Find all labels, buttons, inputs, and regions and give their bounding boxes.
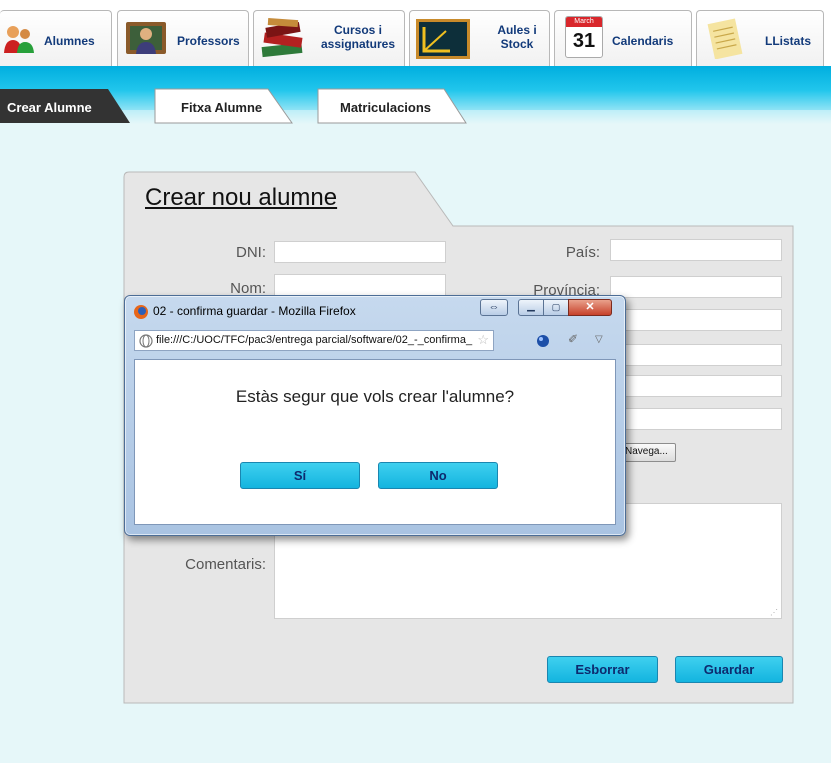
subtab-label: Matriculacions [340, 100, 432, 115]
email-input[interactable] [610, 408, 782, 430]
subtab-crear-alumne[interactable]: Crear Alumne [0, 88, 130, 123]
dialog-content: Estàs segur que vols crear l'alumne? Sí … [134, 359, 616, 525]
main-navigation: Alumnes Professors Cursos i assignatures… [0, 0, 831, 68]
dni-input[interactable] [274, 241, 446, 263]
no-button[interactable]: No [378, 462, 498, 489]
pais-label: País: [565, 244, 600, 261]
nav-tab-aules[interactable]: Aules i Stock [409, 10, 550, 66]
phone-input[interactable] [610, 375, 782, 397]
nav-tab-label: Alumnes [44, 34, 95, 48]
calendar-month: March [566, 17, 602, 27]
blue-sphere-icon[interactable] [536, 334, 550, 348]
provincia-input[interactable] [610, 276, 782, 298]
subtab-fitxa-alumne[interactable]: Fitxa Alumne [155, 88, 292, 123]
form-title: Crear nou alumne [145, 184, 338, 211]
city-input[interactable] [610, 309, 782, 331]
subtab-matriculacions[interactable]: Matriculacions [318, 88, 466, 123]
subtab-label: Crear Alumne [7, 100, 92, 115]
bookmark-star-icon[interactable]: ☆ [477, 332, 489, 348]
globe-icon [139, 334, 153, 348]
nom-input[interactable] [274, 274, 446, 296]
restore-window-button[interactable]: ⇔ [480, 299, 508, 316]
nav-tab-cursos[interactable]: Cursos i assignatures [253, 10, 405, 66]
nav-tab-alumnes[interactable]: Alumnes [0, 10, 112, 66]
nav-tab-label: Calendaris [612, 34, 674, 48]
confirm-dialog-window: 02 - confirma guardar - Mozilla Firefox … [124, 295, 626, 536]
close-window-button[interactable]: ✕ [568, 299, 612, 316]
comentaris-label: Comentaris: [185, 556, 266, 573]
browse-button[interactable]: Navega... [620, 443, 676, 462]
tools-icon[interactable]: ✐ [568, 332, 578, 346]
nav-tab-professors[interactable]: Professors [117, 10, 249, 66]
blackboard-icon [416, 19, 470, 59]
dni-label: DNI: [236, 244, 266, 261]
firefox-icon [134, 305, 148, 319]
maximize-button[interactable]: ▢ [543, 299, 569, 316]
nav-tab-label: LListats [765, 34, 812, 48]
esborrar-button[interactable]: Esborrar [547, 656, 658, 683]
nav-tab-label: Cursos i assignatures [320, 23, 396, 51]
guardar-button[interactable]: Guardar [675, 656, 783, 683]
nav-tab-calendaris[interactable]: March 31 Calendaris [554, 10, 692, 66]
notepad-icon [707, 18, 743, 59]
browse-button-label: Navega... [625, 446, 668, 457]
url-bar[interactable]: file:///C:/UOC/TFC/pac3/entrega parcial/… [134, 330, 494, 351]
nav-tab-label: Professors [177, 34, 240, 48]
postal-code-input[interactable] [610, 344, 782, 366]
confirm-message: Estàs segur que vols crear l'alumne? [235, 387, 515, 406]
yes-button[interactable]: Sí [240, 462, 360, 489]
students-icon [4, 26, 34, 53]
chevron-down-icon[interactable]: ▽ [595, 334, 603, 345]
resize-grip-icon: ⋰ [770, 608, 778, 617]
nav-tab-label: Aules i Stock [497, 23, 537, 51]
books-icon [261, 18, 303, 58]
pais-input[interactable] [610, 239, 782, 261]
subtab-label: Fitxa Alumne [181, 100, 263, 115]
dialog-title: 02 - confirma guardar - Mozilla Firefox [153, 304, 356, 318]
calendar-day: 31 [572, 30, 596, 52]
nav-tab-llistats[interactable]: LListats [696, 10, 824, 66]
url-text: file:///C:/UOC/TFC/pac3/entrega parcial/… [156, 334, 473, 346]
calendar-icon: March 31 [565, 16, 603, 58]
teacher-icon [126, 22, 166, 54]
minimize-button[interactable]: ▁ [518, 299, 544, 316]
